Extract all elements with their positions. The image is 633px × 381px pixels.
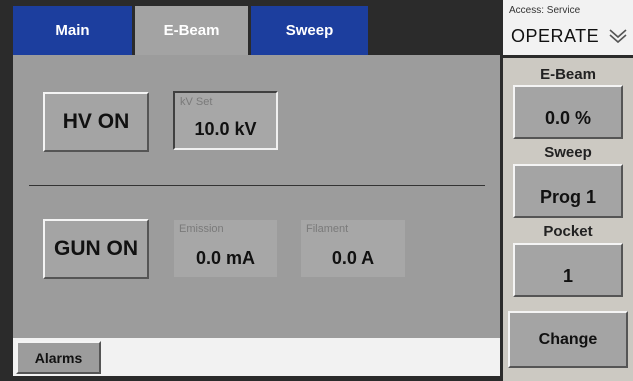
kv-set-label: kV Set: [180, 96, 213, 108]
screen: Main E-Beam Sweep HV ON kV Set 10.0 kV G…: [0, 0, 633, 381]
emission-value: 0.0 mA: [195, 248, 256, 268]
section-divider: [29, 185, 485, 186]
status-side-panel: E-Beam 0.0 % Sweep Prog 1 Pocket 1 Chang…: [503, 58, 633, 381]
tab-sweep[interactable]: Sweep: [251, 6, 368, 55]
access-label: Access: Service: [509, 5, 581, 16]
filament-value: 0.0 A: [331, 248, 375, 268]
sweep-value-button[interactable]: Prog 1: [513, 164, 623, 218]
ebeam-value-button[interactable]: 0.0 %: [513, 85, 623, 139]
filament-label: Filament: [306, 223, 349, 235]
ebeam-label: E-Beam: [540, 66, 596, 83]
alarms-button[interactable]: Alarms: [16, 341, 101, 374]
kv-set-field[interactable]: kV Set 10.0 kV: [173, 91, 278, 150]
pocket-value-button[interactable]: 1: [513, 243, 623, 297]
mode-value: OPERATE: [511, 26, 600, 46]
sweep-label: Sweep: [544, 144, 592, 161]
chevron-down-icon[interactable]: [609, 26, 627, 44]
pocket-label: Pocket: [543, 223, 593, 240]
emission-label: Emission: [179, 223, 224, 235]
tab-bar: Main E-Beam Sweep: [0, 0, 500, 55]
gun-on-button[interactable]: GUN ON: [43, 219, 149, 279]
hv-on-button[interactable]: HV ON: [43, 92, 149, 152]
filament-readout: Filament 0.0 A: [301, 220, 405, 277]
kv-set-value: 10.0 kV: [194, 119, 257, 139]
status-bar: Alarms: [13, 338, 500, 376]
sidebar: Access: Service OPERATE E-Beam 0.0 % Swe…: [503, 0, 633, 381]
e-beam-panel: HV ON kV Set 10.0 kV GUN ON Emission 0.0…: [13, 55, 500, 338]
tab-main[interactable]: Main: [13, 6, 132, 55]
tab-e-beam[interactable]: E-Beam: [135, 6, 248, 55]
change-button[interactable]: Change: [508, 311, 628, 368]
access-mode-selector[interactable]: Access: Service OPERATE: [503, 0, 633, 55]
emission-readout: Emission 0.0 mA: [174, 220, 277, 277]
